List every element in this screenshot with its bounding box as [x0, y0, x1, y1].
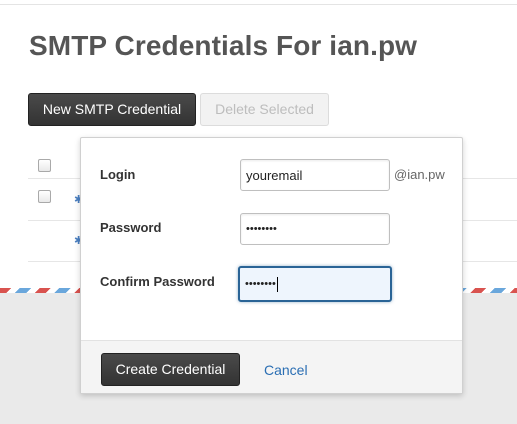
password-label: Password [100, 220, 162, 235]
confirm-password-label: Confirm Password [100, 274, 215, 289]
select-all-checkbox[interactable] [38, 159, 51, 172]
confirm-password-input[interactable]: •••••••• [238, 266, 392, 302]
row-checkbox[interactable] [38, 190, 51, 203]
create-credential-button[interactable]: Create Credential [101, 353, 240, 386]
confirm-password-value: •••••••• [245, 278, 276, 290]
popover-footer: Create Credential Cancel [81, 340, 462, 393]
login-input[interactable] [240, 159, 390, 191]
text-caret [276, 276, 278, 292]
password-input[interactable]: •••••••• [240, 213, 390, 245]
cancel-link[interactable]: Cancel [264, 362, 308, 378]
top-divider [0, 4, 517, 5]
delete-selected-button: Delete Selected [200, 93, 329, 126]
page-title: SMTP Credentials For ian.pw [29, 30, 418, 61]
new-credential-popover: Login @ian.pw Password •••••••• Confirm … [80, 137, 463, 394]
new-smtp-credential-button[interactable]: New SMTP Credential [28, 93, 196, 126]
login-label: Login [100, 167, 136, 182]
domain-suffix: @ian.pw [394, 167, 445, 182]
